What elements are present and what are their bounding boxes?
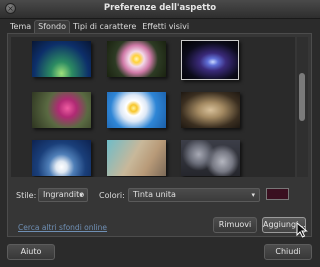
background-panel: Stile: Ingrandito ▾ Colori: Tinta unita … <box>7 33 312 237</box>
wallpaper-thumbnail[interactable] <box>181 92 240 128</box>
tab-sfondo[interactable]: Sfondo <box>34 20 70 34</box>
wallpaper-thumbnail[interactable] <box>107 140 166 176</box>
wallpaper-thumbnail[interactable] <box>181 40 239 80</box>
window-title: Preferenze dell'aspetto <box>103 3 217 13</box>
color-swatch-button[interactable] <box>266 188 289 200</box>
search-online-link[interactable]: Cerca altri sfondi online <box>18 223 107 232</box>
style-dropdown[interactable]: Ingrandito ▾ <box>38 188 88 202</box>
tab-bar: Tema Sfondo Tipi di carattere Effetti vi… <box>7 20 192 34</box>
wallpaper-thumbnail[interactable] <box>32 140 91 176</box>
dropdown-arrow-icon: ▾ <box>79 191 83 199</box>
title-bar: × Preferenze dell'aspetto <box>0 0 320 19</box>
gallery-scrollbar[interactable] <box>297 37 308 177</box>
remove-button[interactable]: Rimuovi <box>213 217 257 233</box>
style-value: Ingrandito <box>43 190 85 199</box>
colors-label: Colori: <box>99 191 125 200</box>
wallpaper-thumbnail[interactable] <box>32 41 91 77</box>
close-button[interactable]: Chiudi <box>264 244 312 260</box>
wallpaper-thumbnail[interactable] <box>181 140 240 176</box>
style-label: Stile: <box>16 191 37 200</box>
wallpaper-gallery <box>11 37 295 177</box>
scrollbar-thumb[interactable] <box>299 73 305 121</box>
colors-value: Tinta unita <box>133 190 176 199</box>
dropdown-arrow-icon: ▾ <box>251 191 255 199</box>
wallpaper-thumbnail[interactable] <box>107 92 166 128</box>
wallpaper-thumbnail[interactable] <box>107 41 166 77</box>
tab-tipi-di-carattere[interactable]: Tipi di carattere <box>70 20 139 33</box>
colors-dropdown[interactable]: Tinta unita ▾ <box>128 188 260 202</box>
help-button[interactable]: Aiuto <box>7 244 55 260</box>
tab-tema[interactable]: Tema <box>7 20 34 33</box>
mouse-cursor-icon <box>296 222 308 238</box>
wallpaper-thumbnail[interactable] <box>32 92 91 128</box>
tab-effetti-visivi[interactable]: Effetti visivi <box>139 20 192 33</box>
